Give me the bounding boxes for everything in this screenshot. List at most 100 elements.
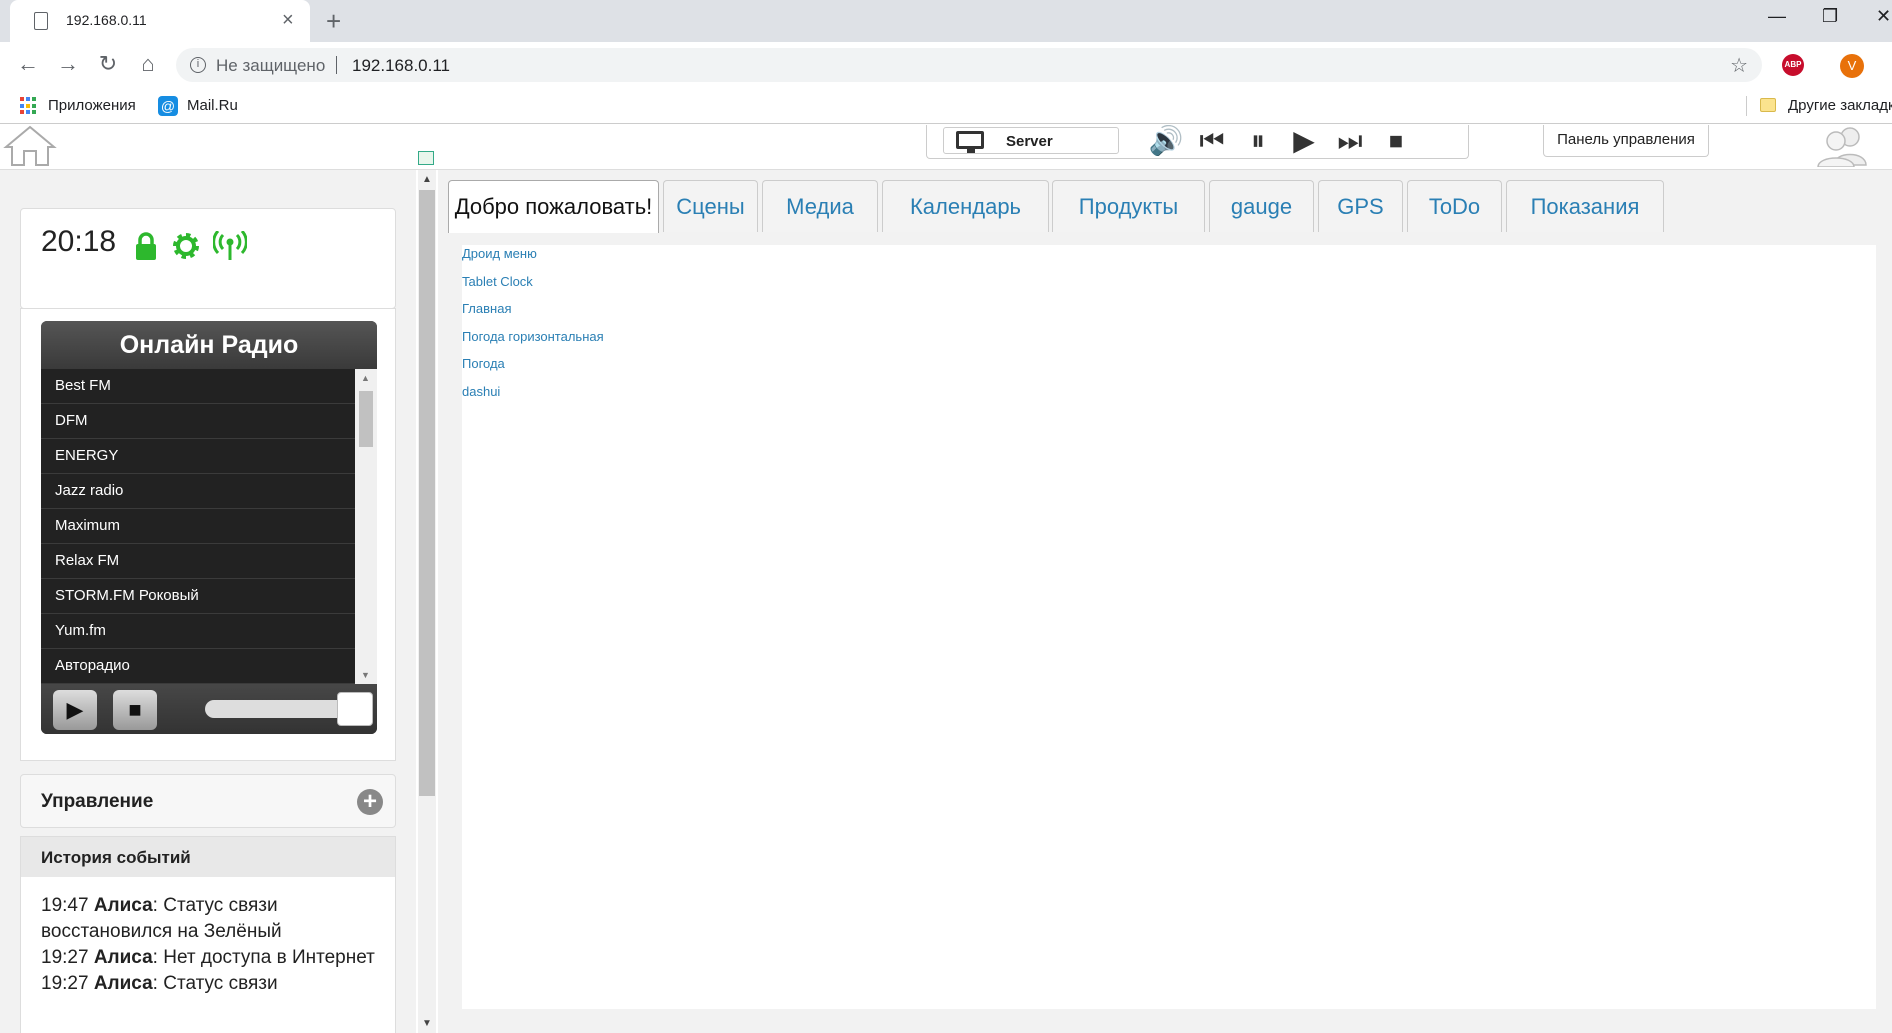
reload-button[interactable]: ↻ [94,51,122,77]
back-button[interactable]: ← [14,51,42,77]
forward-button[interactable]: → [54,51,82,77]
left-sidebar: 20:18 Онлайн Радио Best FM DFM ENERGY Ja… [0,170,416,1033]
lock-icon[interactable] [131,231,161,261]
security-status[interactable]: Не защищено [216,56,325,76]
event-entry: 19:47 Алиса: Статус связи восстановился … [41,895,282,942]
radio-stop-button[interactable]: ■ [113,690,157,730]
home-button[interactable]: ⌂ [134,51,162,77]
pause-button[interactable]: ⏸ [1239,125,1277,157]
folder-icon [1760,98,1776,112]
bookmark-apps[interactable]: Приложения [48,97,136,114]
event-history-title: История событий [41,848,191,867]
address-bar[interactable]: i Не защищено 192.168.0.11 ☆ [176,48,1762,82]
server-label: Server [1006,133,1053,150]
content-link[interactable]: dashui [462,383,1876,411]
play-button[interactable]: ▶ [1285,125,1323,157]
station-item[interactable]: STORM.FM Роковый [41,579,355,614]
tab-readings[interactable]: Показания [1506,180,1664,232]
tab-calendar[interactable]: Календарь [882,180,1049,232]
station-item[interactable]: Maximum [41,509,355,544]
web-page: Server 🔊 ⏮ ⏸ ▶ ⏭ ⏹ Панель управления 20:… [0,125,1892,1033]
expand-plus-icon[interactable]: + [357,789,383,815]
bookmark-other[interactable]: Другие закладк [1788,97,1892,114]
new-tab-button[interactable]: + [326,6,341,37]
url-text[interactable]: 192.168.0.11 [352,56,450,76]
content-link[interactable]: Tablet Clock [462,273,1876,301]
radio-title: Онлайн Радио [41,321,377,369]
station-item[interactable]: Jazz radio [41,474,355,509]
radio-play-button[interactable]: ▶ [53,690,97,730]
server-select[interactable]: Server [943,127,1119,154]
station-item[interactable]: Yum.fm [41,614,355,649]
screen: 192.168.0.11 × + — ❐ ✕ ← → ↻ ⌂ i Не защи… [0,0,1892,1033]
content-link[interactable]: Погода [462,355,1876,383]
radio-card: Онлайн Радио Best FM DFM ENERGY Jazz rad… [20,308,396,761]
radio-volume-knob[interactable] [337,692,373,726]
radio-controls: ▶ ■ [41,684,377,734]
tab-close-icon[interactable]: × [282,8,294,32]
online-radio-widget: Онлайн Радио Best FM DFM ENERGY Jazz rad… [41,321,377,734]
clock-time: 20:18 [41,225,117,258]
monitor-icon [956,131,984,153]
control-section[interactable]: Управление + [20,774,396,828]
scroll-up-icon[interactable]: ▲ [361,373,370,383]
next-track-button[interactable]: ⏭ [1331,125,1369,157]
adblock-icon[interactable]: ABP [1782,54,1804,76]
minimize-button[interactable]: — [1768,6,1786,27]
station-item[interactable]: DFM [41,404,355,439]
tab-gauge[interactable]: gauge [1209,180,1314,232]
station-item[interactable]: Авторадио [41,649,355,684]
tab-gps[interactable]: GPS [1318,180,1403,232]
content-link[interactable]: Главная [462,300,1876,328]
antenna-icon[interactable] [213,231,247,261]
event-entry: 19:27 Алиса: Статус связи [41,973,278,994]
bookmark-star-icon[interactable]: ☆ [1730,53,1748,78]
scroll-up-icon[interactable]: ▲ [422,174,432,185]
apps-grid-icon[interactable] [20,97,38,115]
volume-icon[interactable]: 🔊 [1147,125,1185,157]
content-link[interactable]: Дроид меню [462,245,1876,273]
tab-media[interactable]: Медиа [762,180,878,232]
bookmark-mailru[interactable]: Mail.Ru [187,97,238,114]
gear-icon[interactable] [171,231,201,261]
media-toolbar: Server 🔊 ⏮ ⏸ ▶ ⏭ ⏹ [926,125,1469,159]
station-item[interactable]: Relax FM [41,544,355,579]
station-list[interactable]: Best FM DFM ENERGY Jazz radio Maximum Re… [41,369,355,684]
radio-volume-slider[interactable] [205,700,355,718]
scroll-down-icon[interactable]: ▼ [422,1018,432,1029]
user-icon[interactable] [1812,125,1872,167]
mailru-icon: @ [158,96,178,116]
browser-tabstrip: 192.168.0.11 × + — ❐ ✕ [0,0,1892,42]
event-history-list: 19:47 Алиса: Статус связи восстановился … [41,893,381,997]
tab-scenes[interactable]: Сцены [663,180,758,232]
stop-button[interactable]: ⏹ [1377,125,1415,157]
info-icon[interactable]: i [190,57,206,73]
tab-welcome[interactable]: Добро пожаловать! [448,180,659,233]
prev-track-button[interactable]: ⏮ [1193,125,1231,157]
close-window-button[interactable]: ✕ [1876,6,1891,27]
browser-tab[interactable]: 192.168.0.11 × [10,0,310,42]
main-panel: Добро пожаловать! Сцены Медиа Календарь … [438,170,1892,1033]
station-list-scrollbar[interactable]: ▲ ▼ [355,369,377,684]
bookmarks-divider [1746,96,1747,116]
tab-todo[interactable]: ToDo [1407,180,1502,232]
station-item[interactable]: ENERGY [41,439,355,474]
restore-button[interactable]: ❐ [1822,6,1838,27]
home-icon[interactable] [2,125,58,167]
browser-toolbar: ← → ↻ ⌂ i Не защищено 192.168.0.11 ☆ ABP… [0,42,1892,88]
scroll-down-icon[interactable]: ▼ [361,670,370,680]
tab-products[interactable]: Продукты [1052,180,1205,232]
station-item[interactable]: Best FM [41,369,355,404]
bookmarks-bar: Приложения @ Mail.Ru Другие закладк [0,88,1892,124]
profile-avatar[interactable]: V [1840,54,1864,78]
scroll-thumb[interactable] [359,391,373,447]
welcome-content: Дроид меню Tablet Clock Главная Погода г… [462,245,1876,1009]
sidebar-scrollbar[interactable]: ▲ ▼ [418,170,436,1033]
event-history-header: История событий [21,837,395,877]
status-card: 20:18 [20,208,396,309]
scroll-thumb[interactable] [419,190,435,796]
control-panel-button[interactable]: Панель управления [1543,125,1709,157]
sidebar-toggle-icon[interactable] [418,151,434,165]
tab-title: 192.168.0.11 [66,12,147,28]
content-link[interactable]: Погода горизонтальная [462,328,1876,356]
